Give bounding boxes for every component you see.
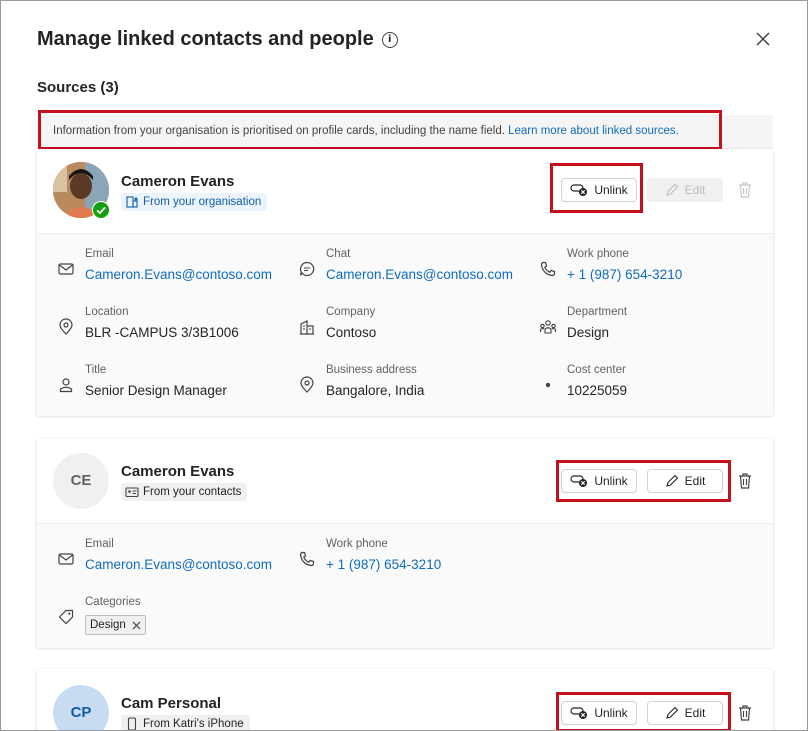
sources-heading: Sources (3)	[37, 79, 119, 96]
unlink-button[interactable]: Unlink	[561, 469, 637, 493]
close-icon	[756, 32, 770, 46]
unlink-button[interactable]: Unlink	[561, 178, 637, 202]
phone-link[interactable]: + 1 (987) 654-3210	[326, 557, 441, 572]
location-icon	[300, 376, 314, 393]
mail-icon	[58, 263, 74, 275]
email-link[interactable]: Cameron.Evans@contoso.com	[85, 267, 272, 282]
edit-label: Edit	[684, 183, 706, 197]
source-tag: From your contacts	[121, 483, 248, 501]
tag-icon	[58, 609, 74, 625]
unlink-icon	[570, 707, 588, 719]
field-label: Work phone	[567, 248, 629, 260]
field-label: Department	[567, 306, 628, 318]
delete-button[interactable]	[737, 181, 753, 199]
source-tag-label: From Katri's iPhone	[143, 718, 244, 730]
contact-card-icon	[125, 487, 139, 498]
field-label: Chat	[326, 248, 351, 260]
trash-icon	[739, 705, 751, 721]
field-value: Contoso	[326, 325, 377, 340]
building-icon	[300, 320, 314, 335]
contact-name: Cameron Evans	[121, 463, 235, 480]
unlink-label: Unlink	[594, 706, 628, 720]
field-value: Bangalore, India	[326, 383, 425, 398]
unlink-label: Unlink	[594, 474, 628, 488]
manage-linked-contacts-dialog: Manage linked contacts and people i Sour…	[0, 0, 808, 731]
close-button[interactable]	[753, 29, 773, 49]
chat-link[interactable]: Cameron.Evans@contoso.com	[326, 267, 513, 282]
source-card-organisation: Cameron Evans From your organisation Unl…	[37, 149, 773, 416]
field-label: Title	[85, 364, 107, 376]
person-icon	[59, 378, 73, 393]
phone-icon	[540, 261, 556, 277]
pencil-icon	[665, 706, 678, 719]
field-label: Location	[85, 306, 129, 318]
category-chip-label: Design	[90, 619, 126, 631]
checkmark-icon	[93, 202, 109, 218]
trash-icon	[739, 182, 751, 198]
phone-link[interactable]: + 1 (987) 654-3210	[567, 267, 682, 282]
field-label: Email	[85, 248, 114, 260]
people-team-icon	[539, 320, 557, 334]
avatar: CP	[53, 685, 109, 730]
field-value: Design	[567, 325, 610, 340]
field-label: Business address	[326, 364, 417, 376]
field-label: Email	[85, 538, 114, 550]
pencil-icon	[665, 474, 678, 487]
unlink-icon	[570, 184, 588, 196]
mail-icon	[58, 553, 74, 565]
location-icon	[59, 318, 73, 335]
source-tag: From Katri's iPhone	[121, 715, 250, 730]
unlink-icon	[570, 475, 588, 487]
contact-name: Cameron Evans	[121, 173, 235, 190]
field-label: Company	[326, 306, 376, 318]
edit-button[interactable]: Edit	[647, 469, 723, 493]
field-value: 10225059	[567, 383, 628, 398]
unlink-button[interactable]: Unlink	[561, 701, 637, 725]
presence-available-badge	[92, 201, 110, 219]
remove-category-icon[interactable]	[132, 621, 141, 630]
avatar: CE	[53, 453, 109, 509]
source-tag-label: From your organisation	[143, 196, 262, 208]
dialog-title: Manage linked contacts and people i	[37, 28, 398, 51]
edit-label: Edit	[684, 474, 706, 488]
info-icon[interactable]: i	[381, 31, 398, 48]
source-card-personal: CP Cam Personal From Katri's iPhone Unli…	[37, 669, 773, 730]
edit-button[interactable]: Edit	[647, 701, 723, 725]
edit-label: Edit	[684, 706, 706, 720]
edit-button[interactable]: Edit	[647, 178, 723, 202]
source-tag: From your organisation	[121, 193, 268, 211]
field-label: Categories	[85, 596, 141, 608]
notice-text: Information from your organisation is pr…	[53, 125, 509, 137]
avatar-initials: CE	[70, 472, 92, 489]
unlink-label: Unlink	[594, 183, 628, 197]
pencil-icon	[665, 183, 678, 196]
dialog-title-text: Manage linked contacts and people	[37, 28, 374, 50]
chat-icon	[299, 261, 315, 277]
source-tag-label: From your contacts	[143, 486, 242, 498]
delete-button[interactable]	[737, 472, 753, 490]
trash-icon	[739, 473, 751, 489]
phone-icon	[299, 551, 315, 567]
contact-name: Cam Personal	[121, 695, 222, 712]
category-chip: Design	[85, 615, 146, 635]
avatar-initials: CP	[70, 704, 92, 721]
delete-button[interactable]	[737, 704, 753, 722]
dot-icon	[545, 382, 551, 388]
field-label: Work phone	[326, 538, 388, 550]
linked-sources-notice: Information from your organisation is pr…	[37, 115, 773, 150]
phone-device-icon	[127, 717, 137, 730]
learn-more-link[interactable]: Learn more about linked sources.	[508, 125, 679, 137]
field-value: BLR -CAMPUS 3/3B1006	[85, 325, 239, 340]
field-label: Cost center	[567, 364, 626, 376]
organisation-icon	[126, 196, 138, 208]
source-card-contacts: CE Cameron Evans From your contacts Unli…	[37, 439, 773, 648]
email-link[interactable]: Cameron.Evans@contoso.com	[85, 557, 272, 572]
field-value: Senior Design Manager	[85, 383, 227, 398]
